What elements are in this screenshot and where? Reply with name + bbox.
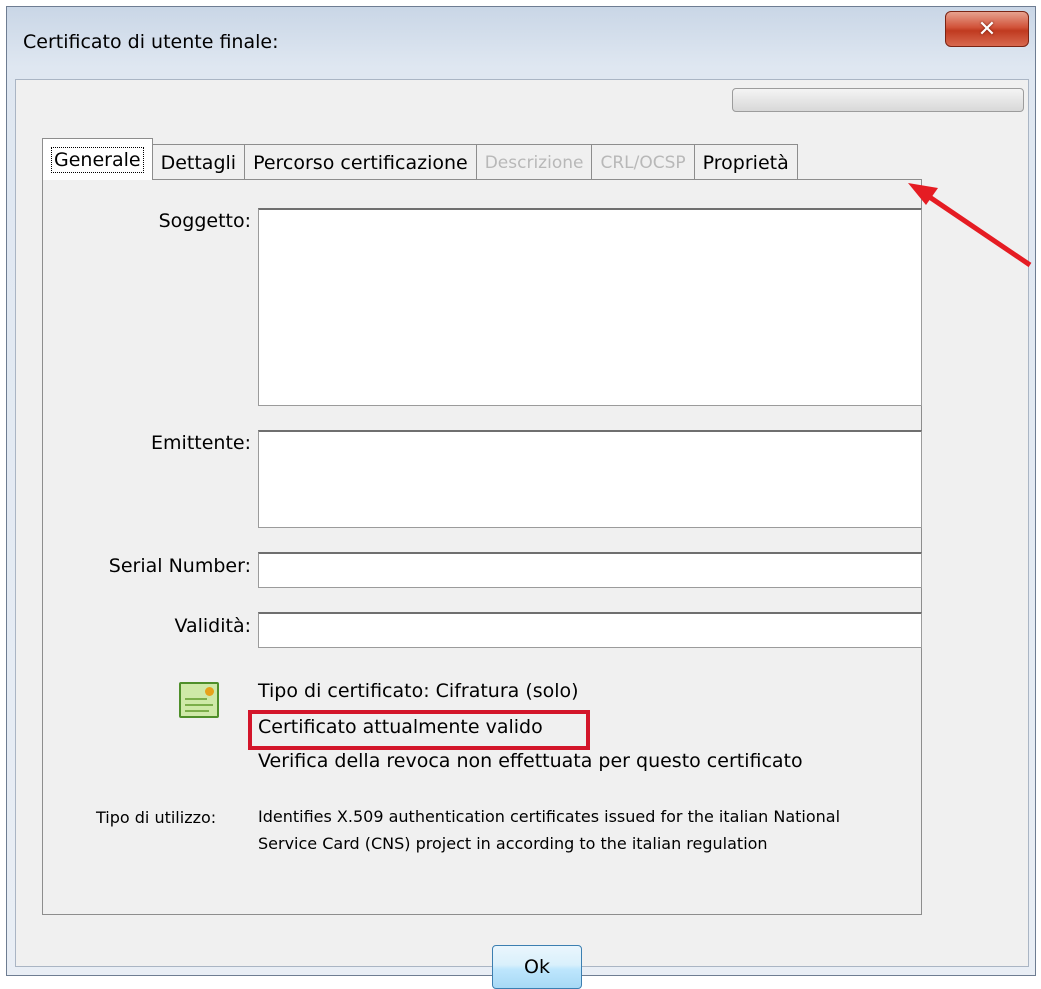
certificate-dialog: Certificato di utente finale: ✕ Generale… bbox=[6, 6, 1036, 989]
ok-button[interactable]: Ok bbox=[492, 945, 582, 989]
close-x-icon: ✕ bbox=[977, 16, 997, 42]
soggetto-field[interactable] bbox=[258, 208, 922, 406]
validita-label: Validità: bbox=[174, 615, 251, 637]
tab-descrizione: Descrizione bbox=[475, 144, 593, 180]
emittente-label: Emittente: bbox=[151, 432, 251, 454]
progress-bar bbox=[732, 88, 1024, 112]
usage-description: Identifies X.509 authentication certific… bbox=[258, 807, 841, 853]
tab-panel-generale: Soggetto: Emittente: Serial Number: Vali… bbox=[42, 179, 922, 915]
dialog-body: Generale Dettagli Percorso certificazion… bbox=[15, 79, 1029, 989]
validita-field[interactable] bbox=[258, 612, 922, 648]
window-title: Certificato di utente finale: bbox=[23, 31, 279, 53]
serial-number-field[interactable] bbox=[258, 552, 922, 588]
certificate-icon bbox=[179, 682, 219, 718]
certificate-type-text: Tipo di certificato: Cifratura (solo) bbox=[258, 680, 579, 702]
tab-proprieta[interactable]: Proprietà bbox=[693, 144, 798, 180]
usage-label: Tipo di utilizzo: bbox=[96, 808, 217, 827]
emittente-field[interactable] bbox=[258, 430, 922, 528]
tab-percorso-certificazione[interactable]: Percorso certificazione bbox=[244, 144, 477, 180]
soggetto-label: Soggetto: bbox=[158, 210, 251, 232]
title-bar[interactable]: Certificato di utente finale: ✕ bbox=[7, 7, 1035, 79]
close-button[interactable]: ✕ bbox=[945, 11, 1029, 47]
revocation-check-text: Verifica della revoca non effettuata per… bbox=[258, 750, 803, 772]
tab-crl-ocsp: CRL/OCSP bbox=[591, 144, 695, 180]
highlight-box bbox=[248, 710, 590, 750]
serial-number-label: Serial Number: bbox=[108, 555, 251, 577]
tab-generale[interactable]: Generale bbox=[42, 138, 153, 180]
tab-strip: Generale Dettagli Percorso certificazion… bbox=[42, 138, 798, 180]
tab-dettagli[interactable]: Dettagli bbox=[151, 144, 246, 180]
